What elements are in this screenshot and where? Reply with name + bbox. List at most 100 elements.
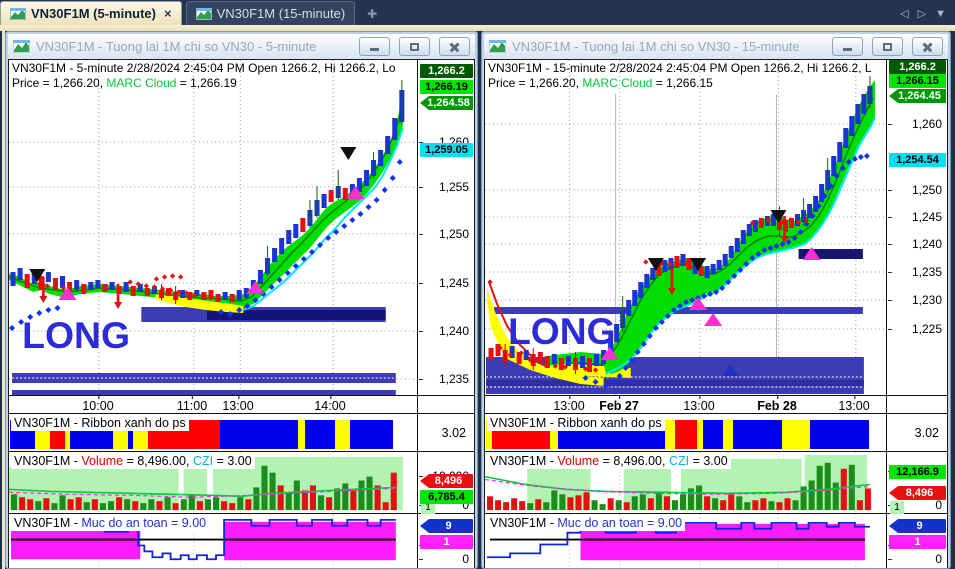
tab-15-minute[interactable]: VN30F1M (15-minute)	[185, 1, 356, 25]
window-menu-icon[interactable]: ▼	[935, 8, 946, 20]
candle	[328, 190, 334, 202]
candle	[109, 282, 115, 290]
candle	[650, 268, 656, 280]
volume-bar	[543, 502, 550, 511]
volume-bar	[720, 500, 727, 511]
buy-triangle-icon	[704, 313, 723, 326]
candle	[363, 170, 370, 186]
value-badge: 8,496	[420, 474, 473, 488]
volume-bar	[816, 465, 823, 511]
marc-cloud-value: = 1,266.15	[652, 76, 713, 90]
trailing-stop-dot	[308, 249, 315, 255]
scroll-left-icon[interactable]: ◁	[900, 7, 908, 20]
volume-bar	[607, 498, 614, 511]
candle	[674, 256, 680, 268]
volume-bar	[495, 500, 502, 511]
volume-bar	[366, 476, 373, 511]
ribbon-segment	[305, 420, 335, 449]
ribbon-panel: VN30F1M - Ribbon xanh do ps 3.02	[9, 413, 474, 451]
volume-bar	[309, 485, 317, 511]
volume-plot[interactable]: VN30F1M - Volume = 8,496.00, CZI = 3.00	[9, 452, 418, 513]
marc-cloud	[603, 80, 875, 374]
volume-bar	[824, 462, 831, 511]
minimize-button[interactable]	[359, 37, 390, 56]
candle	[102, 284, 108, 292]
candle	[819, 184, 825, 202]
safety-panel: VN30F1M - Muc do an toan = 9.00 9150	[485, 513, 947, 568]
safety-label: VN30F1M - Muc do an toan = 9.00	[487, 515, 686, 531]
ribbon-plot[interactable]: VN30F1M - Ribbon xanh do ps	[485, 414, 887, 451]
volume-bar	[784, 498, 791, 511]
marc-cloud-label: MARC Cloud	[106, 76, 177, 90]
price-plot[interactable]: LONG	[485, 60, 887, 395]
candle	[734, 238, 740, 252]
close-button[interactable]	[439, 37, 470, 56]
volume-bar	[487, 496, 494, 511]
minimize-icon	[370, 47, 379, 51]
candle	[45, 272, 51, 282]
candle	[300, 218, 306, 232]
safety-plot[interactable]: VN30F1M - Muc do an toan = 9.00	[485, 514, 887, 568]
value-badge: 12,166.9	[889, 465, 946, 479]
tab-5-minute[interactable]: VN30F1M (5-minute) ×	[0, 1, 182, 25]
close-icon	[449, 42, 460, 52]
candle	[594, 354, 600, 366]
price-tick: 1,250	[887, 183, 942, 197]
trading-app: { "app":{"nav_prev":"◁","nav_next":"▷","…	[0, 0, 955, 569]
volume-bar	[808, 480, 815, 511]
volume-plot[interactable]: VN30F1M - Volume = 8,496.00, CZI = 3.00	[485, 452, 887, 513]
safety-plot[interactable]: VN30F1M - Muc do an toan = 9.00	[9, 514, 418, 568]
volume-bar	[776, 502, 783, 511]
price-panel: LONG VN30F1M - 5-minute 2/28/2024 2:45:0…	[9, 60, 474, 395]
candle	[392, 118, 398, 140]
volume-bar	[124, 499, 131, 511]
volume-bar	[599, 504, 606, 511]
move-window-icon[interactable]: ✚	[367, 7, 377, 21]
price-tick: 1,230	[887, 293, 942, 307]
ribbon-segment	[350, 420, 393, 449]
candle	[279, 238, 285, 254]
tab-label: VN30F1M (15-minute)	[216, 6, 346, 21]
volume-bar	[752, 500, 759, 511]
window-titlebar[interactable]: VN30F1M - Tuong lai 1M chi so VN30 - 15-…	[484, 34, 948, 59]
ribbon-plot[interactable]: VN30F1M - Ribbon xanh do ps	[9, 414, 418, 451]
candle	[558, 358, 564, 370]
volume-bar	[285, 492, 292, 511]
candle	[286, 230, 292, 244]
window-titlebar[interactable]: VN30F1M - Tuong lai 1M chi so VN30 - 5-m…	[8, 34, 475, 59]
candle	[704, 266, 710, 278]
scroll-right-icon[interactable]: ▷	[918, 7, 926, 20]
volume-bar	[148, 499, 155, 511]
ribbon-segment	[665, 420, 675, 449]
time-tick: Feb 27	[599, 396, 639, 413]
price-tick: 1,255	[418, 180, 469, 194]
volume-bar	[671, 500, 678, 511]
price-label: Price = 1,266.20,	[12, 76, 107, 90]
volume-bar	[696, 485, 703, 511]
close-button[interactable]	[912, 37, 943, 56]
candle	[587, 358, 593, 372]
volume-bar	[180, 499, 187, 511]
volume-bar	[551, 490, 558, 511]
time-axis: 13:00 Feb 27 13:00 Feb 28 13:00	[485, 396, 887, 413]
ribbon-segment	[733, 420, 782, 449]
trailing-stop-dot	[54, 305, 61, 311]
volume-panel: VN30F1M - Volume = 8,496.00, CZI = 3.00 …	[9, 451, 474, 514]
restore-button[interactable]	[872, 37, 903, 56]
volume-bar	[277, 485, 284, 511]
price-tick: 1,245	[418, 276, 469, 290]
volume-bar	[91, 499, 98, 511]
volume-bar	[253, 487, 260, 511]
ribbon-label: VN30F1M - Ribbon xanh do ps	[11, 415, 189, 431]
red-signal-dot	[153, 276, 160, 282]
tab-close-icon[interactable]: ×	[164, 6, 172, 21]
volume-bar	[204, 499, 211, 511]
restore-button[interactable]	[399, 37, 430, 56]
volume-bar	[35, 501, 42, 511]
volume-bar	[75, 497, 82, 511]
chart-tab-icon	[195, 7, 212, 20]
minimize-button[interactable]	[832, 37, 863, 56]
volume-bar	[326, 497, 333, 511]
price-plot[interactable]: LONG	[9, 60, 418, 395]
volume-bar	[269, 472, 276, 511]
